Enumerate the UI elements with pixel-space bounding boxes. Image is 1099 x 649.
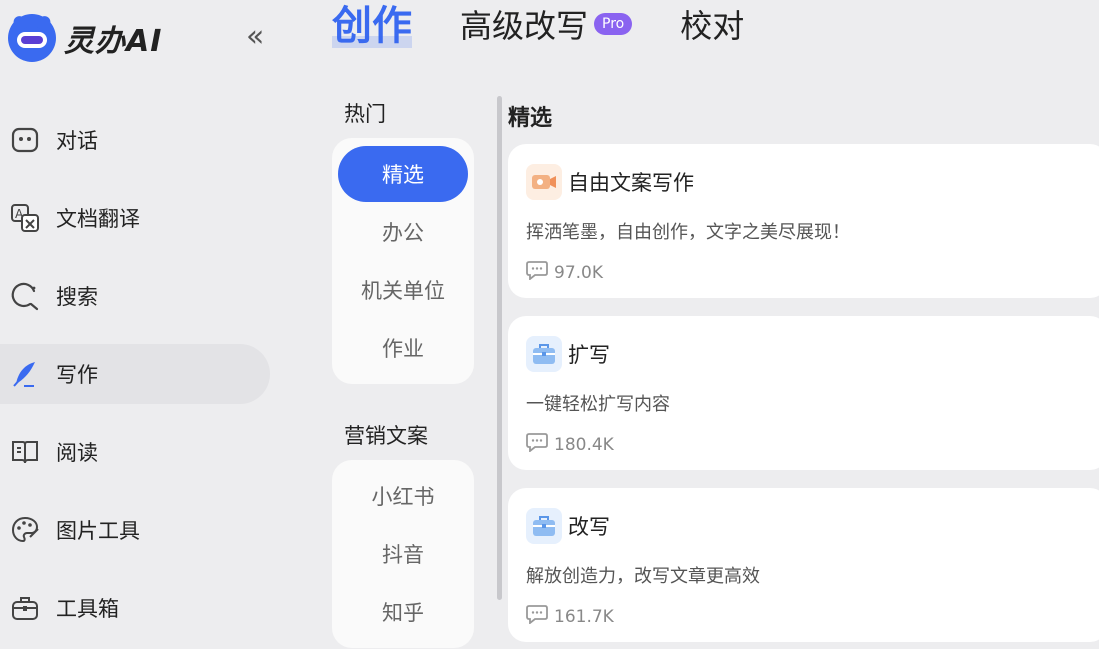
app-name: 灵办AI <box>64 24 163 59</box>
tab-create[interactable]: 创作 <box>332 0 412 52</box>
sidebar-item-label: 工具箱 <box>56 597 119 621</box>
usage-count: 161.7K <box>554 606 614 627</box>
card-title: 扩写 <box>568 343 610 367</box>
template-card[interactable]: 自由文案写作 挥洒笔墨，自由创作，文字之美尽展现！ 97.0K <box>508 144 1099 298</box>
sidebar-item-label: 图片工具 <box>56 519 140 543</box>
card-title: 改写 <box>568 515 610 539</box>
card-description: 挥洒笔墨，自由创作，文字之美尽展现！ <box>526 222 850 243</box>
translate-icon: A <box>8 201 42 235</box>
collapse-sidebar-icon[interactable]: « <box>246 20 264 54</box>
quill-pen-icon <box>8 357 42 391</box>
sidebar-item-label: 搜索 <box>56 285 98 309</box>
open-book-icon <box>8 435 42 469</box>
sidebar-item-toolbox[interactable]: 工具箱 <box>0 578 270 638</box>
category-heading-marketing: 营销文案 <box>344 424 428 448</box>
category-item-douyin[interactable]: 抖音 <box>338 526 468 582</box>
tab-advanced-rewrite[interactable]: 高级改写 Pro <box>460 0 633 52</box>
logo-mascot-icon <box>8 14 56 62</box>
usage-count: 180.4K <box>554 434 614 455</box>
category-item-featured[interactable]: 精选 <box>338 146 468 202</box>
sidebar: 灵办AI « 对话 A 文档翻译 搜索 写作 阅读 图片工具 工具箱 <box>0 0 314 649</box>
sidebar-item-translate[interactable]: A 文档翻译 <box>0 188 270 248</box>
briefcase-icon <box>526 508 562 544</box>
sidebar-item-reading[interactable]: 阅读 <box>0 422 270 482</box>
tab-proofread[interactable]: 校对 <box>680 0 744 52</box>
writing-tabs: 创作 高级改写 Pro 校对 <box>332 0 792 60</box>
search-icon <box>8 279 42 313</box>
sidebar-item-label: 文档翻译 <box>56 207 140 231</box>
category-scrollbar[interactable] <box>497 96 502 600</box>
template-card[interactable]: 改写 解放创造力，改写文章更高效 161.7K <box>508 488 1099 642</box>
sidebar-nav: 对话 A 文档翻译 搜索 写作 阅读 图片工具 工具箱 <box>0 110 270 649</box>
category-group-marketing: 小红书 抖音 知乎 <box>332 460 474 648</box>
template-card-list: 自由文案写作 挥洒笔墨，自由创作，文字之美尽展现！ 97.0K 扩写 一键轻松扩… <box>508 144 1099 649</box>
template-card[interactable]: 扩写 一键轻松扩写内容 180.4K <box>508 316 1099 470</box>
sidebar-item-label: 阅读 <box>56 441 98 465</box>
pro-badge: Pro <box>594 13 633 35</box>
sidebar-item-chat[interactable]: 对话 <box>0 110 270 170</box>
comment-icon <box>526 604 548 629</box>
card-description: 一键轻松扩写内容 <box>526 394 670 415</box>
app-logo[interactable]: 灵办AI <box>8 14 162 62</box>
category-item-xiaohongshu[interactable]: 小红书 <box>338 468 468 524</box>
camera-icon <box>526 164 562 200</box>
category-item-homework[interactable]: 作业 <box>338 320 468 376</box>
category-column: 热门 精选 办公 机关单位 作业 营销文案 小红书 抖音 知乎 <box>332 96 474 648</box>
sidebar-item-image-tools[interactable]: 图片工具 <box>0 500 270 560</box>
robot-face-icon <box>8 123 42 157</box>
sidebar-item-writing[interactable]: 写作 <box>0 344 270 404</box>
comment-icon <box>526 260 548 285</box>
category-heading-hot: 热门 <box>344 102 386 126</box>
section-title: 精选 <box>508 106 553 131</box>
palette-icon <box>8 513 42 547</box>
usage-count: 97.0K <box>554 262 603 283</box>
category-group-hot: 精选 办公 机关单位 作业 <box>332 138 474 384</box>
sidebar-item-label: 写作 <box>56 363 98 387</box>
card-description: 解放创造力，改写文章更高效 <box>526 566 760 587</box>
sidebar-item-search[interactable]: 搜索 <box>0 266 270 326</box>
sidebar-item-label: 对话 <box>56 129 98 153</box>
category-item-zhihu[interactable]: 知乎 <box>338 584 468 640</box>
comment-icon <box>526 432 548 457</box>
tab-label: 高级改写 <box>460 7 589 45</box>
briefcase-icon <box>526 336 562 372</box>
toolbox-icon <box>8 591 42 625</box>
card-title: 自由文案写作 <box>568 171 694 195</box>
category-item-government[interactable]: 机关单位 <box>338 262 468 318</box>
category-item-office[interactable]: 办公 <box>338 204 468 260</box>
